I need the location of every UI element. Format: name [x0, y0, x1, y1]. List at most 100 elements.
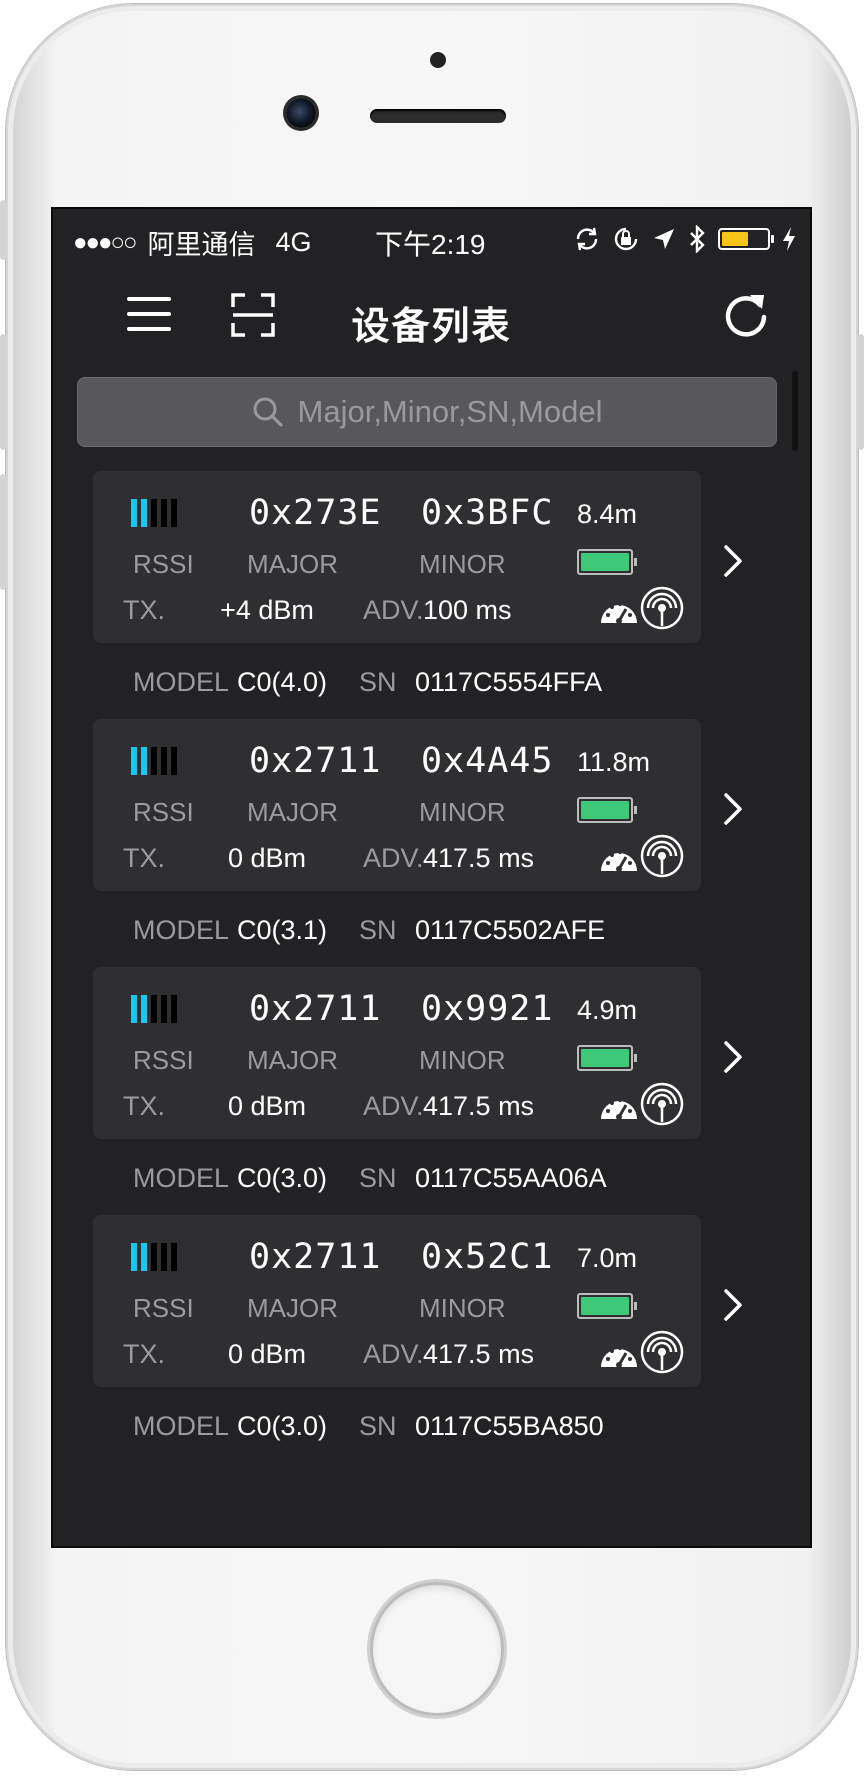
adv-label: ADV. — [363, 595, 424, 625]
distance-value: 8.4m — [577, 499, 638, 529]
gauge-icon — [601, 1098, 637, 1120]
sn-value: 0117C55AA06A — [415, 1163, 607, 1193]
major-value: 0x2711 — [249, 741, 382, 781]
distance-value: 4.9m — [577, 995, 638, 1025]
adv-label: ADV. — [363, 843, 424, 873]
sn-label: SN — [359, 915, 397, 945]
mute-switch — [0, 200, 6, 260]
major-label: MAJOR — [247, 549, 338, 579]
tx-label: TX. — [123, 595, 166, 625]
adv-label: ADV. — [363, 1339, 424, 1369]
model-label: MODEL — [133, 915, 230, 945]
sn-label: SN — [359, 1411, 397, 1441]
model-label: MODEL — [133, 667, 230, 697]
distance-value: 11.8m — [577, 747, 651, 777]
sync-icon — [576, 227, 598, 251]
rssi-label: RSSI — [133, 1045, 194, 1075]
status-time: 下午2:19 — [375, 229, 486, 260]
tx-value: +4 dBm — [220, 595, 314, 625]
minor-value: 0x9921 — [421, 989, 554, 1029]
search-icon — [253, 397, 283, 427]
major-label: MAJOR — [247, 1045, 338, 1075]
minor-label: MINOR — [419, 1293, 506, 1323]
minor-label: MINOR — [419, 549, 506, 579]
tx-label: TX. — [123, 843, 166, 873]
battery-icon — [577, 797, 637, 823]
distance-value: 7.0m — [577, 1243, 638, 1273]
device-card[interactable]: 0x2711 0x52C1 7.0m RSSI MAJOR MINOR TX. … — [93, 1215, 701, 1387]
charging-icon — [783, 227, 795, 251]
model-value: C0(3.0) — [237, 1411, 328, 1441]
broadcast-icon — [640, 1082, 684, 1126]
tx-value: 0 dBm — [227, 843, 307, 873]
signal-strength-indicator: ●●●○○ — [73, 228, 138, 256]
proximity-sensor — [430, 52, 446, 68]
rssi-signal-icon — [131, 995, 177, 1023]
tx-value: 0 dBm — [227, 1091, 307, 1121]
broadcast-icon — [640, 586, 684, 630]
adv-value: 417.5 ms — [423, 843, 535, 873]
device-list-item[interactable]: 0x2711 0x52C1 7.0m RSSI MAJOR MINOR TX. … — [53, 1215, 810, 1485]
adv-value: 417.5 ms — [423, 1339, 535, 1369]
device-list-item[interactable]: 0x273E 0x3BFC 8.4m RSSI MAJOR MINOR TX. … — [53, 471, 810, 741]
battery-icon — [577, 1045, 637, 1071]
broadcast-icon — [640, 834, 684, 878]
broadcast-icon — [640, 1330, 684, 1374]
refresh-icon[interactable] — [720, 289, 772, 341]
chevron-right-icon[interactable] — [719, 541, 749, 581]
device-list-item[interactable]: 0x2711 0x4A45 11.8m RSSI MAJOR MINOR TX.… — [53, 719, 810, 989]
status-bar: ●●●○○ 阿里通信 4G 下午2:19 — [53, 209, 810, 269]
earpiece-speaker — [370, 109, 506, 123]
rssi-signal-icon — [131, 1243, 177, 1271]
minor-value: 0x4A45 — [421, 741, 554, 781]
sn-value: 0117C55BA850 — [415, 1411, 604, 1441]
rssi-signal-icon — [131, 499, 177, 527]
minor-value: 0x52C1 — [421, 1237, 554, 1277]
minor-label: MINOR — [419, 1045, 506, 1075]
major-value: 0x273E — [249, 493, 382, 533]
search-placeholder: Major,Minor,SN,Model — [297, 394, 603, 429]
tx-label: TX. — [123, 1091, 166, 1121]
carrier-name: 阿里通信 — [147, 230, 256, 260]
device-card[interactable]: 0x2711 0x9921 4.9m RSSI MAJOR MINOR TX. … — [93, 967, 701, 1139]
device-card[interactable]: 0x2711 0x4A45 11.8m RSSI MAJOR MINOR TX.… — [93, 719, 701, 891]
adv-label: ADV. — [363, 1091, 424, 1121]
device-card[interactable]: 0x273E 0x3BFC 8.4m RSSI MAJOR MINOR TX. … — [93, 471, 701, 643]
chevron-right-icon[interactable] — [719, 1285, 749, 1325]
major-label: MAJOR — [247, 1293, 338, 1323]
sn-label: SN — [359, 1163, 397, 1193]
rssi-label: RSSI — [133, 1293, 194, 1323]
gauge-icon — [601, 602, 637, 624]
rssi-label: RSSI — [133, 797, 194, 827]
search-input[interactable]: Major,Minor,SN,Model — [77, 377, 777, 447]
minor-value: 0x3BFC — [421, 493, 554, 533]
volume-up-button — [0, 334, 6, 450]
model-value: C0(3.0) — [237, 1163, 328, 1193]
battery-icon — [577, 549, 637, 575]
page-title: 设备列表 — [351, 306, 512, 348]
gauge-icon — [601, 1346, 637, 1368]
device-list-item[interactable]: 0x2711 0x9921 4.9m RSSI MAJOR MINOR TX. … — [53, 967, 810, 1237]
sn-value: 0117C5502AFE — [415, 915, 606, 945]
tx-label: TX. — [123, 1339, 166, 1369]
adv-value: 417.5 ms — [423, 1091, 535, 1121]
major-label: MAJOR — [247, 797, 338, 827]
scrollbar[interactable] — [792, 371, 798, 451]
power-button — [858, 334, 864, 450]
sn-label: SN — [359, 667, 397, 697]
tx-value: 0 dBm — [227, 1339, 307, 1369]
battery-icon — [577, 1293, 637, 1319]
model-label: MODEL — [133, 1411, 230, 1441]
adv-value: 100 ms — [423, 595, 512, 625]
app-screen: ●●●○○ 阿里通信 4G 下午2:19 设备列表 Major,Minor,SN… — [51, 207, 812, 1548]
rotation-lock-icon — [614, 227, 638, 251]
navigation-bar: 设备列表 — [53, 269, 810, 369]
major-value: 0x2711 — [249, 989, 382, 1029]
location-icon — [654, 229, 674, 249]
model-value: C0(3.1) — [237, 915, 328, 945]
chevron-right-icon[interactable] — [719, 789, 749, 829]
home-button[interactable] — [370, 1582, 504, 1716]
sn-value: 0117C5554FFA — [415, 667, 603, 697]
chevron-right-icon[interactable] — [719, 1037, 749, 1077]
major-value: 0x2711 — [249, 1237, 382, 1277]
